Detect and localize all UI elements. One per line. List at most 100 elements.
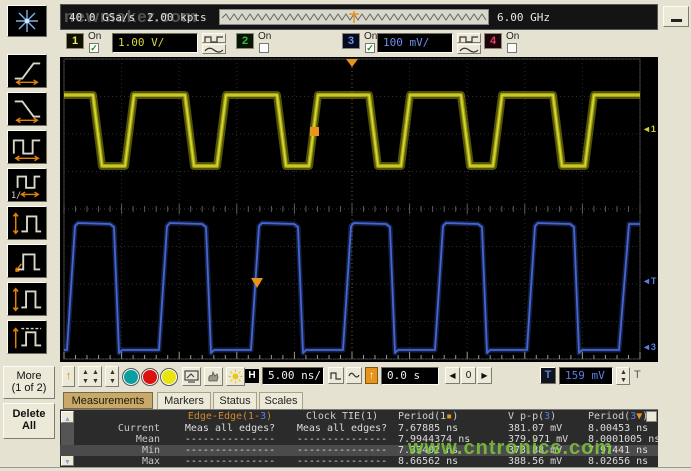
position-right-button[interactable]: ▶ (477, 367, 492, 384)
minimize-button[interactable] (663, 6, 689, 27)
measure-amplitude-button[interactable] (7, 206, 47, 240)
channel-4-button[interactable]: 4 (484, 33, 502, 49)
arrow-up-icon: ↑ (66, 370, 72, 382)
measure-overshoot-button[interactable] (7, 244, 47, 278)
brightness-button[interactable] (226, 367, 245, 386)
channel-3-button[interactable]: 3 (342, 33, 360, 49)
measurement-row-mean: Mean --------------- --------------- 7.9… (60, 434, 658, 445)
frequency-icon: 1/ (8, 192, 46, 204)
measurement-row-current: Current Meas all edges? Meas all edges? … (60, 423, 658, 434)
trigger-level-spinner[interactable]: ▲ ▼ (616, 367, 630, 385)
horizontal-position-button[interactable]: ↑ (365, 367, 378, 384)
pulse-icon (329, 374, 343, 386)
measurement-row-min: Min --------------- --------------- 7.33… (60, 445, 658, 456)
spinner-up-icon: ▲ (109, 369, 116, 376)
channel-1-on-label: On (88, 31, 101, 42)
marker-color-yellow-button[interactable] (160, 368, 178, 386)
bottom-toolbar: ↑ ▲ ▼ ▲ ▼ ▲ ▼ (60, 363, 658, 391)
position-left-button[interactable]: ◀ (445, 367, 460, 384)
memory-depth-text: 2.00 kpts (147, 11, 207, 24)
app-logo[interactable] (7, 5, 47, 37)
rise-time-icon (8, 78, 46, 90)
channel-3-level-marker[interactable]: ◄3 (642, 343, 656, 352)
overshoot-icon (8, 268, 46, 280)
channel-2-button[interactable]: 2 (236, 33, 254, 49)
zoom-normal-button[interactable] (328, 367, 344, 384)
measure-vpp-button[interactable] (7, 282, 47, 316)
offset-spinner[interactable]: ▲ ▼ (105, 366, 119, 387)
channel-3-bw-button[interactable] (457, 44, 481, 54)
tab-bar: Measurements Markers Status Scales (60, 392, 658, 409)
bandwidth-text: 6.00 GHz (497, 11, 550, 24)
more-button[interactable]: More (1 of 2) (3, 366, 55, 399)
spinner-down-icon: ▼ (620, 377, 627, 384)
channel-1-checkbox[interactable]: ✓ (89, 43, 99, 53)
more-button-label: More (4, 370, 54, 382)
starburst-icon (8, 27, 46, 39)
touch-button[interactable] (204, 367, 223, 386)
trigger-level-display[interactable]: 159 mV (559, 367, 613, 385)
measurements-header-row: Edge-Edge(1-3) Clock TIE(1) Period(1▪) V… (60, 411, 658, 422)
fall-time-icon (8, 116, 46, 128)
spinner-down-icon: ▼ (92, 378, 99, 385)
vpp-icon (8, 306, 46, 318)
channel-3-scale-display[interactable]: 100 mV/ (377, 33, 453, 53)
delay-display[interactable]: 0.0 s (381, 367, 439, 385)
minimize-icon (671, 19, 682, 22)
channel-bar: 1 On ✓ 1.00 V/ 2 On 3 On ✓ 100 mV/ 4 On (60, 31, 658, 57)
position-zero-button[interactable]: 0 (461, 367, 476, 384)
channel-1-bw-button[interactable] (202, 44, 226, 54)
delete-all-label-2: All (4, 420, 54, 432)
channel-3-coupling-button[interactable] (457, 33, 481, 43)
channel-4-on-label: On (506, 31, 519, 42)
measure-vtop-button[interactable] (7, 320, 47, 354)
scope-display[interactable]: ◄1 ◄T ◄3 (60, 57, 658, 362)
arrow-up-icon: ↑ (369, 370, 374, 381)
display-icon (183, 376, 200, 388)
trigger-level-marker[interactable]: ◄T (642, 277, 656, 286)
measure-fall-time-button[interactable] (7, 92, 47, 126)
tab-measurements[interactable]: Measurements (63, 392, 153, 409)
tab-scales[interactable]: Scales (259, 392, 303, 409)
measure-period-button[interactable] (7, 130, 47, 164)
vertical-spinner-group[interactable]: ▲ ▼ ▲ ▼ (78, 366, 102, 387)
measure-frequency-button[interactable]: 1/ (7, 168, 47, 202)
vtop-icon (8, 344, 46, 356)
status-titlebar: 40.0 GSa/s 2.00 kpts 6.00 GHz (60, 4, 658, 30)
tab-markers[interactable]: Markers (157, 392, 211, 409)
channel-3-on-label: On (364, 31, 377, 42)
horizontal-icon: H (245, 369, 259, 383)
channel-1-button[interactable]: 1 (66, 33, 84, 49)
spinner-down-icon: ▼ (109, 378, 116, 385)
delete-all-button[interactable]: Delete All (3, 403, 55, 439)
channel-1-level-marker[interactable]: ◄1 (642, 125, 656, 134)
channel-4-checkbox[interactable] (507, 43, 517, 53)
marker-color-red-button[interactable] (141, 368, 159, 386)
trigger-icon[interactable]: T (540, 367, 556, 384)
measure-rise-time-button[interactable] (7, 54, 47, 88)
channel-3-checkbox[interactable]: ✓ (365, 43, 375, 53)
acquisition-preview-bar[interactable] (219, 9, 489, 25)
channel-2-checkbox[interactable] (259, 43, 269, 53)
trigger-position-marker (346, 59, 358, 67)
spinner-up-icon: ▲ (92, 369, 99, 376)
trigger-label: T (634, 369, 641, 381)
amplitude-icon (8, 230, 46, 242)
left-arrow-icon: ◄ (642, 276, 651, 286)
channel-1-scale-display[interactable]: 1.00 V/ (112, 33, 198, 53)
bottom-strip (0, 467, 691, 471)
sine-wave-icon (203, 45, 225, 57)
measurement-row-max: Max --------------- --------------- 8.66… (60, 456, 658, 467)
display-settings-button[interactable] (182, 367, 201, 386)
zoom-sine-button[interactable] (346, 367, 362, 384)
marker-color-teal-button[interactable] (122, 368, 140, 386)
period-icon (8, 154, 46, 166)
channel-1-coupling-button[interactable] (202, 33, 226, 43)
left-arrow-icon: ◄ (642, 124, 651, 134)
trigger-arrow-button[interactable]: ↑ (62, 366, 75, 387)
tab-status[interactable]: Status (213, 392, 257, 409)
left-arrow-icon: ◄ (642, 342, 651, 352)
channel-2-on-label: On (258, 31, 271, 42)
timebase-display[interactable]: 5.00 ns/ (262, 367, 324, 385)
more-button-page: (1 of 2) (4, 382, 54, 394)
